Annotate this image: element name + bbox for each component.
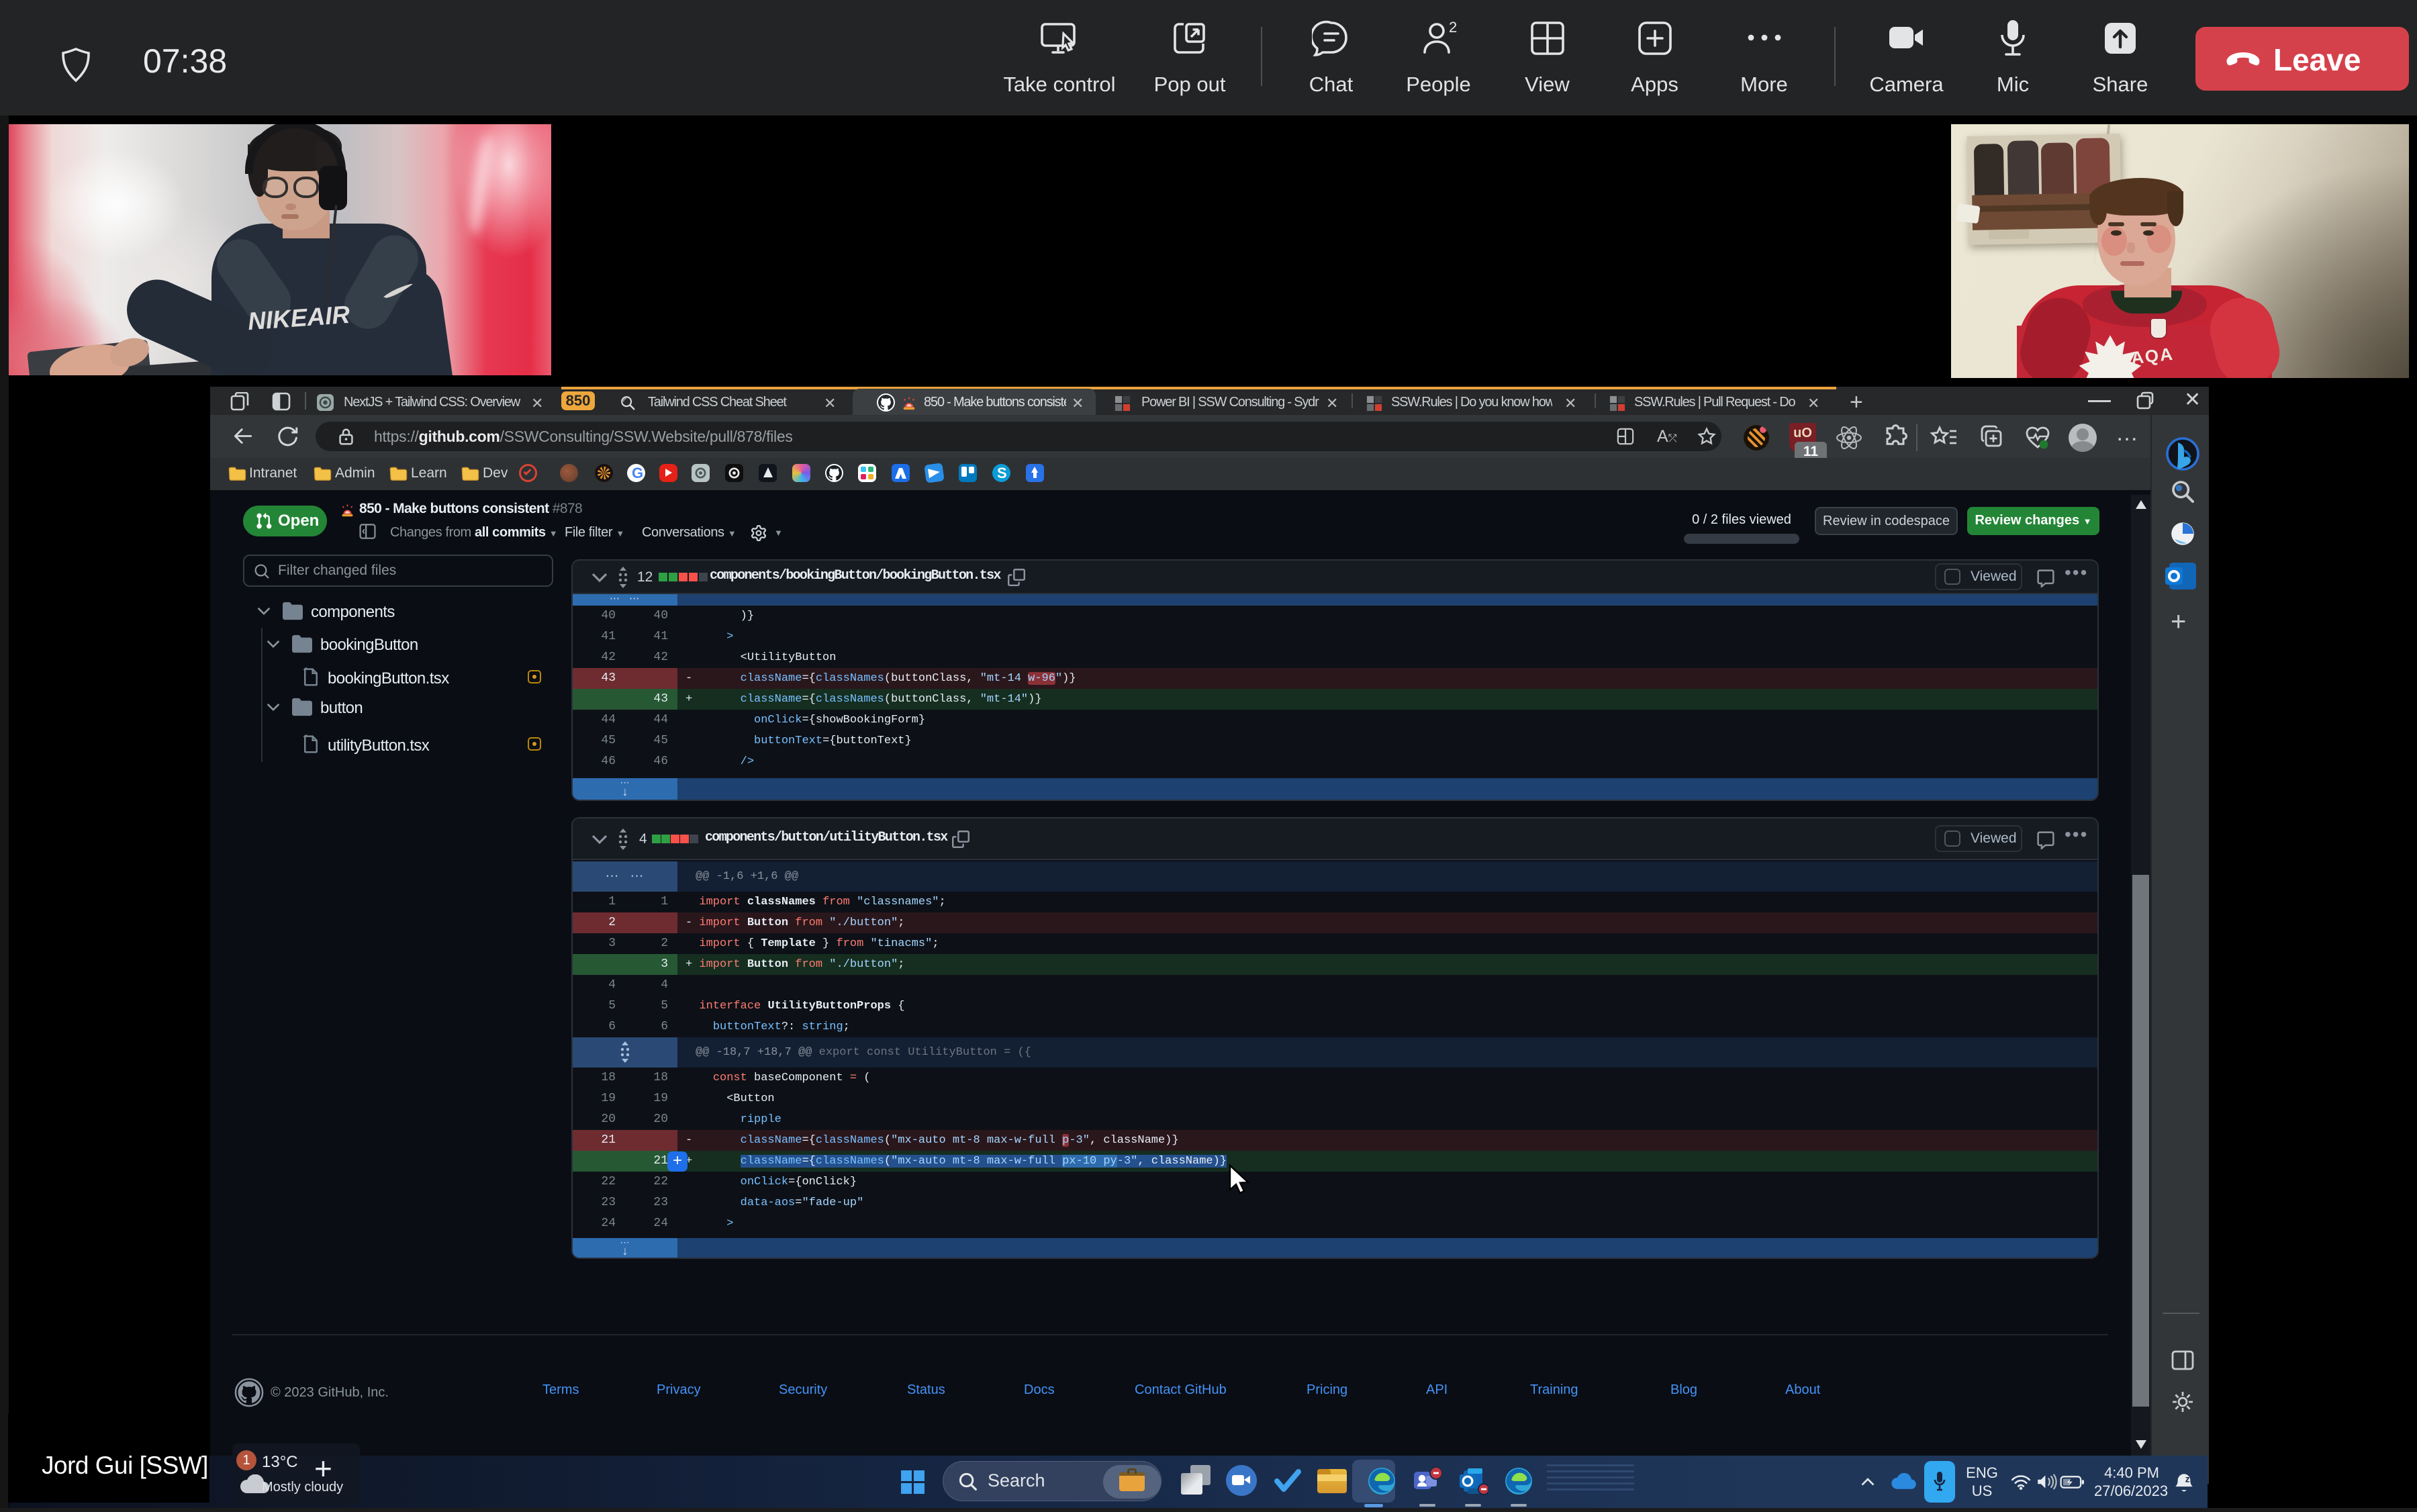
svg-text:z: z: [2185, 1474, 2190, 1484]
svg-text:2: 2: [1449, 19, 1457, 36]
